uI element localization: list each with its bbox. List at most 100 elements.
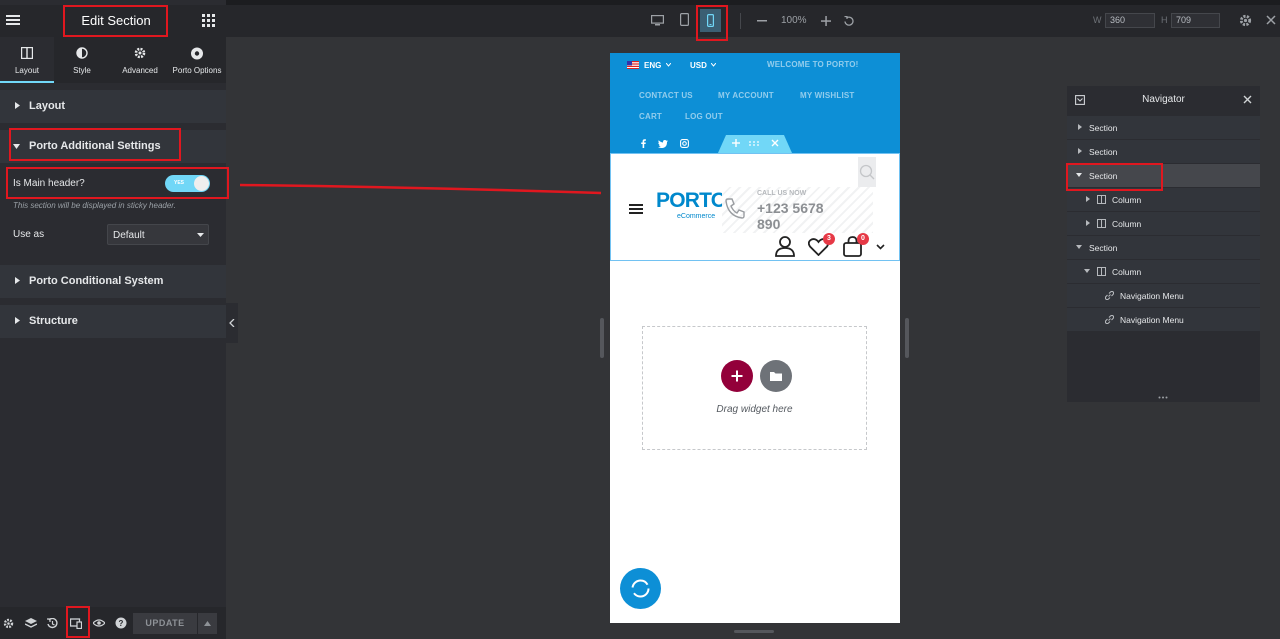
close-preview-icon[interactable] xyxy=(1266,15,1276,25)
my-wishlist-link[interactable]: MY WISHLIST xyxy=(800,91,855,100)
facebook-icon[interactable] xyxy=(641,139,646,148)
drop-zone[interactable]: Drag widget here xyxy=(642,326,867,450)
contact-us-link[interactable]: CONTACT US xyxy=(639,91,693,100)
navigator-item-section[interactable]: Section xyxy=(1067,116,1260,139)
caret-right-icon xyxy=(1078,124,1082,130)
chevron-down-icon xyxy=(666,63,671,67)
widgets-grid-icon[interactable] xyxy=(202,14,215,27)
instagram-icon[interactable] xyxy=(680,139,689,148)
column-icon xyxy=(1097,219,1106,228)
phone-number-line-2: 890 xyxy=(757,216,781,232)
navigator-item-label: Section xyxy=(1089,147,1118,157)
tablet-icon[interactable] xyxy=(680,13,689,26)
resize-handle-left[interactable] xyxy=(600,318,604,358)
annotation-box-mobile-device xyxy=(696,5,728,41)
navigator-item-column[interactable]: Column xyxy=(1067,188,1260,211)
twitter-icon[interactable] xyxy=(658,140,668,148)
navigator-item-label: Navigation Menu xyxy=(1120,291,1184,301)
add-section-icon[interactable] xyxy=(732,139,740,147)
currency-switcher[interactable]: USD xyxy=(690,61,707,70)
use-as-value: Default xyxy=(113,230,145,241)
tab-style[interactable]: Style xyxy=(56,37,108,83)
drag-widget-text: Drag widget here xyxy=(716,404,793,415)
height-input[interactable]: 709 xyxy=(1171,13,1220,28)
preview-eye-icon[interactable] xyxy=(93,619,105,627)
navigator-title: Navigator xyxy=(1142,94,1185,105)
history-icon[interactable] xyxy=(47,618,58,629)
folder-icon xyxy=(770,371,782,381)
search-box[interactable] xyxy=(858,157,876,187)
navigator-item-label: Section xyxy=(1089,123,1118,133)
cart-link[interactable]: CART xyxy=(639,112,662,121)
annotation-arrow-line xyxy=(239,183,602,195)
chevron-down-icon xyxy=(197,233,204,238)
my-account-link[interactable]: MY ACCOUNT xyxy=(718,91,774,100)
update-button[interactable]: UPDATE xyxy=(133,613,197,634)
section-structure[interactable]: Structure xyxy=(0,305,226,338)
device-settings-gear-icon[interactable] xyxy=(1239,14,1252,27)
help-icon[interactable]: ? xyxy=(115,617,127,629)
section-porto-conditional-label: Porto Conditional System xyxy=(29,275,164,287)
gear-icon xyxy=(134,47,146,59)
section-porto-conditional[interactable]: Porto Conditional System xyxy=(0,265,226,298)
resize-handle-right[interactable] xyxy=(905,318,909,358)
svg-text:?: ? xyxy=(119,619,124,628)
preview-top-bar: ENG USD WELCOME TO PORTO! CONTACT US MY … xyxy=(610,53,900,153)
caret-right-icon xyxy=(1086,196,1090,202)
caret-right-icon xyxy=(1086,220,1090,226)
tab-layout[interactable]: Layout xyxy=(0,37,54,83)
resize-handle-bottom[interactable] xyxy=(734,630,774,633)
link-icon xyxy=(1105,315,1114,324)
reset-zoom-icon[interactable] xyxy=(844,16,854,26)
chevron-down-icon[interactable] xyxy=(876,244,885,250)
use-as-label: Use as xyxy=(13,229,45,240)
navigator-item-navigation-menu[interactable]: Navigation Menu xyxy=(1067,308,1260,331)
navigator-item-navigation-menu[interactable]: Navigation Menu xyxy=(1067,284,1260,307)
mobile-menu-icon[interactable] xyxy=(629,203,643,215)
width-input[interactable]: 360 xyxy=(1105,13,1155,28)
preview-main-header[interactable]: PORTO eCommerce CALL US NOW +123 5678 89… xyxy=(610,153,900,261)
floating-action-button[interactable] xyxy=(620,568,661,609)
panel-collapse-handle[interactable] xyxy=(226,303,238,343)
desktop-icon[interactable] xyxy=(651,15,664,26)
layout-icon xyxy=(21,47,33,59)
navigator-item-column[interactable]: Column xyxy=(1067,212,1260,235)
use-as-select[interactable]: Default xyxy=(107,224,209,245)
tab-porto-options-label: Porto Options xyxy=(172,66,222,75)
navigator-item-column[interactable]: Column xyxy=(1067,260,1260,283)
hamburger-menu-icon[interactable] xyxy=(6,14,20,26)
column-icon xyxy=(1097,267,1106,276)
tab-porto-options[interactable]: Porto Options xyxy=(168,37,226,83)
add-template-button[interactable] xyxy=(760,360,792,392)
zoom-out-icon[interactable] xyxy=(757,20,767,22)
section-layout[interactable]: Layout xyxy=(0,90,226,123)
delete-section-icon[interactable] xyxy=(771,139,779,147)
cart-count-badge: 0 xyxy=(857,233,869,245)
log-out-link[interactable]: LOG OUT xyxy=(685,112,723,121)
navigator-item-label: Column xyxy=(1112,195,1142,205)
add-widget-button[interactable] xyxy=(721,360,753,392)
navigator-resize-handle-icon[interactable] xyxy=(1158,396,1168,399)
settings-icon[interactable] xyxy=(3,618,14,629)
sticky-header-hint: This section will be displayed in sticky… xyxy=(13,201,176,210)
style-icon xyxy=(76,47,88,59)
phone-number-line-1: +123 5678 xyxy=(757,200,824,216)
porto-logo[interactable]: PORTO xyxy=(656,189,727,213)
drag-handle-icon[interactable] xyxy=(749,141,759,146)
zoom-in-icon[interactable] xyxy=(821,16,831,26)
navigator-item-section[interactable]: Section xyxy=(1067,236,1260,259)
navigator-item-section[interactable]: Section xyxy=(1067,140,1260,163)
language-switcher[interactable]: ENG xyxy=(644,61,661,70)
layers-icon[interactable] xyxy=(25,618,37,629)
annotation-box-main-header-toggle xyxy=(6,167,229,199)
tab-advanced[interactable]: Advanced xyxy=(112,37,168,83)
caret-right-icon xyxy=(15,317,20,324)
section-handle[interactable] xyxy=(718,135,792,153)
close-navigator-icon[interactable] xyxy=(1243,95,1252,104)
mobile-preview-canvas: ENG USD WELCOME TO PORTO! CONTACT US MY … xyxy=(610,53,900,623)
welcome-text: WELCOME TO PORTO! xyxy=(767,60,859,69)
account-icon[interactable] xyxy=(775,236,795,257)
update-options-button[interactable] xyxy=(198,613,217,634)
editor-top-bar: 100% W 360 H 709 xyxy=(226,5,1280,37)
call-us-label: CALL US NOW xyxy=(757,190,807,197)
